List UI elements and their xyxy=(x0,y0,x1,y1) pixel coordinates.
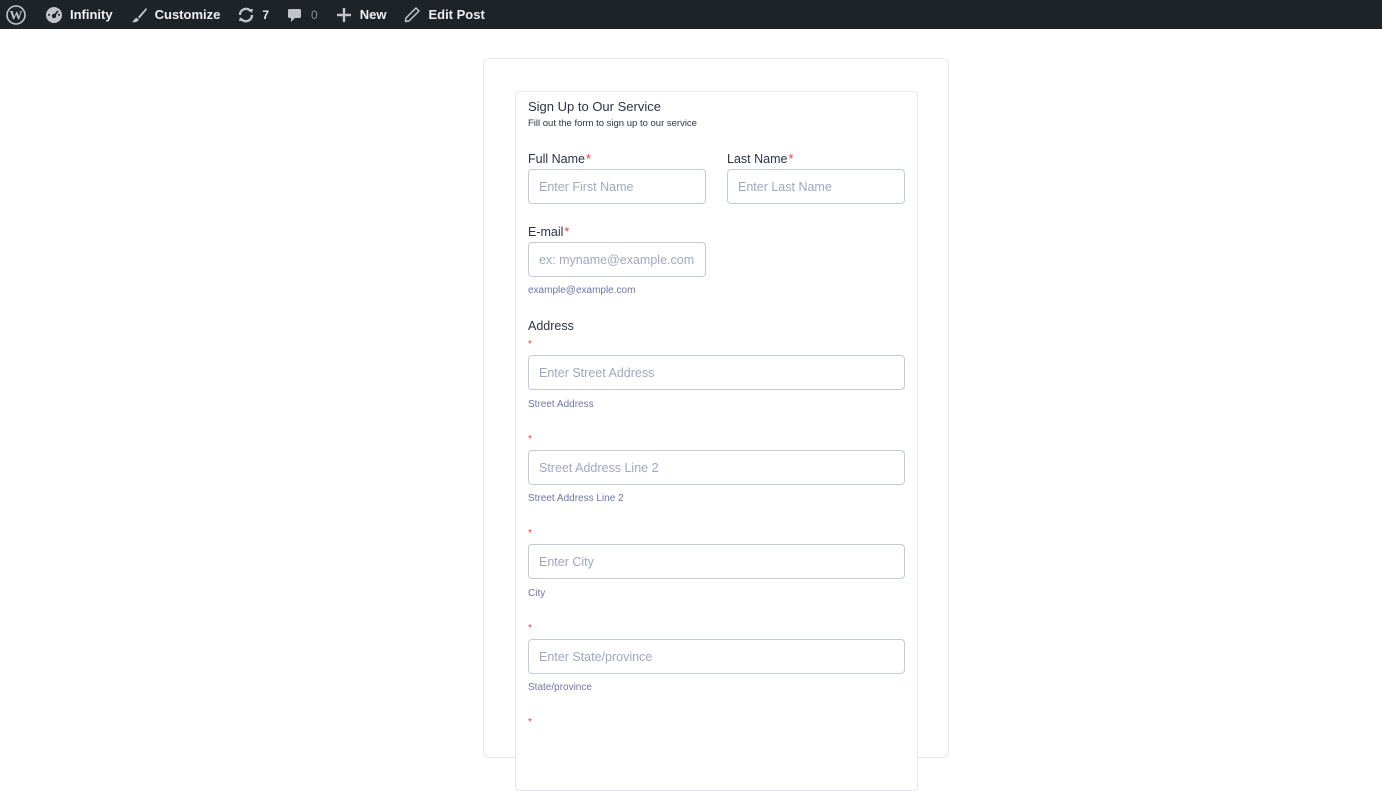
first-name-label-text: Full Name xyxy=(528,152,585,166)
state-province-sublabel: State/province xyxy=(528,682,592,693)
last-name-label-text: Last Name xyxy=(727,152,788,166)
next-field-required-mark: * xyxy=(528,717,532,728)
updates-refresh-icon xyxy=(236,5,256,25)
city-input[interactable] xyxy=(528,544,905,579)
state-required-mark: * xyxy=(528,623,532,634)
required-mark: * xyxy=(788,152,794,166)
site-name-menu[interactable]: Infinity xyxy=(36,0,121,29)
street-address-line2-sublabel: Street Address Line 2 xyxy=(528,493,624,504)
comment-bubble-icon xyxy=(285,5,305,25)
city-sublabel: City xyxy=(528,588,546,599)
form-subtitle: Fill out the form to sign up to our serv… xyxy=(528,118,697,129)
pencil-icon xyxy=(402,5,422,25)
wordpress-menu[interactable]: W xyxy=(0,0,36,29)
comments-menu[interactable]: 0 xyxy=(277,0,326,29)
street-required-mark: * xyxy=(528,339,532,350)
first-name-label: Full Name* xyxy=(528,152,591,166)
updates-menu[interactable]: 7 xyxy=(228,0,277,29)
first-name-input[interactable] xyxy=(528,169,706,204)
site-name: Infinity xyxy=(70,7,113,22)
new-content-menu[interactable]: New xyxy=(326,0,395,29)
new-label: New xyxy=(359,7,387,22)
dashboard-gauge-icon xyxy=(44,5,64,25)
street-address-line2-input[interactable] xyxy=(528,450,905,485)
email-label: E-mail* xyxy=(528,225,569,239)
email-sublabel: example@example.com xyxy=(528,285,636,296)
required-mark: * xyxy=(564,225,570,239)
required-mark: * xyxy=(585,152,591,166)
edit-post-menu[interactable]: Edit Post xyxy=(394,0,492,29)
svg-text:W: W xyxy=(10,7,23,22)
comments-count: 0 xyxy=(311,7,318,22)
wordpress-logo-icon: W xyxy=(6,4,26,25)
street-address-input[interactable] xyxy=(528,355,905,390)
email-input[interactable] xyxy=(528,242,706,277)
last-name-input[interactable] xyxy=(727,169,905,204)
street-address-sublabel: Street Address xyxy=(528,399,594,410)
city-required-mark: * xyxy=(528,528,532,539)
form-page-container: Sign Up to Our Service Fill out the form… xyxy=(483,58,949,791)
customize-menu[interactable]: Customize xyxy=(121,0,229,29)
email-label-text: E-mail xyxy=(528,225,564,239)
form-title: Sign Up to Our Service xyxy=(528,99,661,114)
admin-bar: W Infinity Customize 7 0 New Edit Post xyxy=(0,0,1382,29)
customize-label: Customize xyxy=(154,7,221,22)
address-label: Address xyxy=(528,319,574,333)
edit-post-label: Edit Post xyxy=(428,7,485,22)
street2-required-mark: * xyxy=(528,434,532,445)
paintbrush-icon xyxy=(129,5,149,25)
state-province-input[interactable] xyxy=(528,639,905,674)
signup-form: Sign Up to Our Service Fill out the form… xyxy=(515,91,918,791)
plus-icon xyxy=(334,5,354,25)
updates-count: 7 xyxy=(262,7,270,22)
last-name-label: Last Name* xyxy=(727,152,793,166)
